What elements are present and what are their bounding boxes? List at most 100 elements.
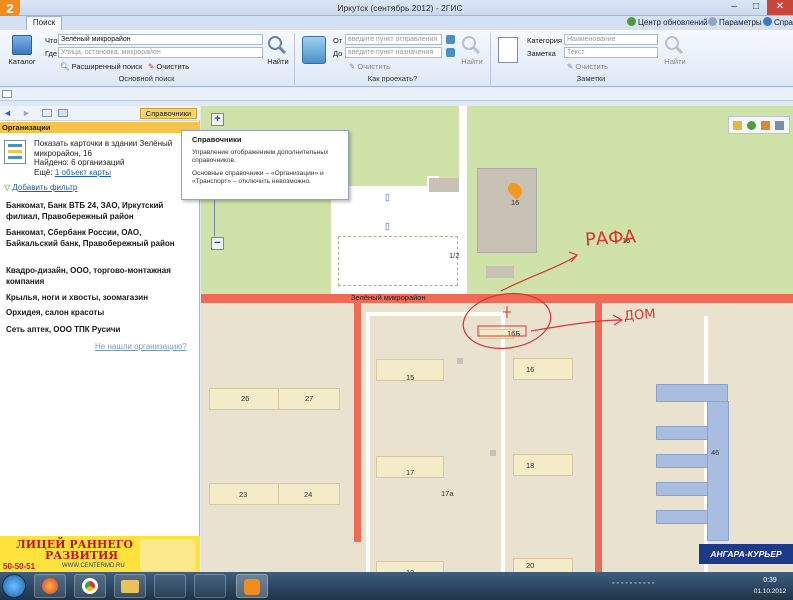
mail-icon[interactable] [42, 109, 52, 117]
help-label: Справ [774, 18, 793, 27]
layers-icon[interactable] [747, 121, 756, 130]
params-label: Параметры [719, 18, 762, 27]
quick-access-bar [0, 88, 793, 101]
annotation-dom: ДОМ [623, 306, 657, 325]
zoom-out-button[interactable]: − [211, 237, 224, 250]
clock-time[interactable]: 0:39 [750, 577, 790, 584]
to-input[interactable]: введите пункт назначения [345, 47, 442, 58]
not-found-link[interactable]: Не нашли организацию? [95, 342, 187, 352]
ad-banner[interactable]: ЛИЦЕЙ РАННЕГО РАЗВИТИЯ 50-50-51 WWW.CENT… [0, 536, 200, 573]
catalog-icon[interactable] [12, 35, 32, 55]
annotation-rafa: РАФА [584, 226, 637, 251]
help-icon [763, 17, 772, 26]
maximize-button[interactable]: □ [745, 0, 767, 15]
window-title: Иркутск (сентябрь 2012) - 2ГИС [337, 3, 463, 13]
minimize-button[interactable]: – [723, 0, 745, 15]
dictionaries-tooltip: Справочники Управление отображением допо… [181, 130, 349, 200]
org-list-item[interactable]: Крылья, ноги и хвосты, зоомагазин [6, 292, 191, 303]
more-row: Ещё: 1 объект карты [34, 168, 111, 178]
pick-to-icon[interactable] [446, 48, 455, 57]
what-input[interactable]: Зелёный микрорайон [58, 34, 263, 45]
eraser-icon: ✎ [567, 62, 574, 71]
where-input[interactable]: Улица, остановка, микрорайон [58, 47, 263, 58]
map-object-link[interactable]: 1 объект карты [55, 168, 111, 177]
search-icon[interactable] [267, 35, 287, 55]
tab-search[interactable]: Поиск [26, 16, 62, 30]
tooltip-title: Справочники [192, 135, 242, 144]
tray-icons: ◦ ◦ ◦ ◦ ◦ ◦ ◦ ◦ ◦ ◦ [612, 580, 655, 587]
notes-search-icon[interactable] [664, 35, 684, 55]
building-cards-link[interactable]: Показать карточки в здании Зелёный микро… [34, 139, 194, 159]
advanced-search-button[interactable]: 🔍︎ Расширенный поиск [60, 62, 142, 71]
to-label: До [333, 49, 343, 58]
clear-notes-button[interactable]: ✎ Очистить [567, 62, 608, 71]
clear-route-button[interactable]: ✎ Очистить [349, 62, 390, 71]
category-label: Категория [527, 36, 563, 45]
org-list-item[interactable]: Квадро-дизайн, ООО, торгово-монтажная ко… [6, 265, 191, 287]
search-group-caption: Основной поиск [118, 74, 175, 83]
route-group-caption: Как проехать? [367, 74, 418, 83]
route-icon[interactable] [302, 36, 326, 64]
back-arrow-icon[interactable]: ◄ [3, 108, 12, 118]
help-link[interactable]: Справ [763, 17, 793, 27]
notes-group-caption: Заметки [576, 74, 606, 83]
banner-kids-image [140, 539, 195, 571]
building-card-icon [4, 140, 26, 164]
organizations-header: Организации [0, 122, 200, 133]
updates-label: Центр обновлений [638, 18, 708, 27]
notes-find-button[interactable]: Найти [661, 57, 689, 66]
card-line1: Показать карточки в здании Зелёный [34, 139, 173, 148]
from-input[interactable]: введите пункт отправления [345, 34, 442, 45]
banner-phone: 50-50-51 [3, 562, 36, 571]
map-tools [728, 116, 790, 134]
eraser-icon: ✎ [349, 62, 356, 71]
firefox-taskbar-icon[interactable] [34, 574, 66, 598]
zoom-slider[interactable] [214, 194, 221, 236]
find-button[interactable]: Найти [264, 57, 292, 66]
route-find-button[interactable]: Найти [458, 57, 486, 66]
from-label: От [333, 36, 343, 45]
print-map-icon[interactable] [761, 121, 770, 130]
start-button[interactable] [2, 574, 26, 598]
taskbar-app[interactable] [194, 574, 226, 598]
org-list-item[interactable]: Сеть аптек, ООО ТПК Русичи [6, 324, 191, 335]
magnifier-icon: 🔍︎ [60, 62, 70, 71]
clear-search-label: Очистить [156, 62, 190, 71]
banner-site: WWW.CENTERMD.RU [62, 563, 125, 569]
taskbar-app[interactable] [154, 574, 186, 598]
filter-icon: ▽ [4, 183, 11, 192]
clear-search-button[interactable]: ✎ Очистить [148, 62, 189, 71]
dictionaries-button[interactable]: Справочники [140, 108, 197, 119]
tooltip-text2: Основные справочники – «Организации» и «… [192, 170, 324, 185]
explorer-taskbar-icon[interactable] [114, 574, 146, 598]
params-link[interactable]: Параметры [708, 17, 762, 27]
chrome-taskbar-icon[interactable] [74, 574, 106, 598]
what-label: Что [45, 36, 58, 45]
add-filter-label: Добавить фильтр [12, 183, 78, 192]
pick-from-icon[interactable] [446, 35, 455, 44]
ad-logo[interactable]: АНГАРА-КУРЬЕР [699, 544, 793, 564]
ruler-icon[interactable] [733, 121, 742, 130]
gear-icon [708, 17, 717, 26]
quick-access-icon[interactable] [2, 90, 12, 98]
updates-link[interactable]: Центр обновлений [627, 17, 708, 27]
zoom-in-button[interactable]: + [211, 113, 224, 126]
2gis-taskbar-icon[interactable] [236, 574, 268, 598]
clear-route-label: Очистить [357, 62, 391, 71]
forward-arrow-icon[interactable]: ► [22, 108, 31, 118]
org-list-item[interactable]: Банкомат, Банк ВТБ 24, ЗАО, Иркутский фи… [6, 200, 191, 222]
org-list-item[interactable]: Орхидея, салон красоты [6, 307, 191, 318]
notes-icon[interactable] [498, 37, 518, 63]
share-icon[interactable] [775, 121, 784, 130]
add-filter-button[interactable]: ▽ Добавить фильтр [4, 183, 77, 193]
catalog-button[interactable]: Каталог [6, 57, 38, 66]
route-search-icon[interactable] [461, 35, 481, 55]
print-icon[interactable] [58, 109, 68, 117]
category-select[interactable]: Наименование [564, 34, 658, 45]
note-input[interactable]: Текст [564, 47, 658, 58]
eraser-icon: ✎ [148, 62, 155, 71]
close-button[interactable]: ✕ [767, 0, 793, 15]
clock-date[interactable]: 01.10.2012 [750, 588, 790, 595]
refresh-icon [627, 17, 636, 26]
org-list-item[interactable]: Банкомат, Сбербанк России, ОАО, Байкальс… [6, 227, 191, 249]
